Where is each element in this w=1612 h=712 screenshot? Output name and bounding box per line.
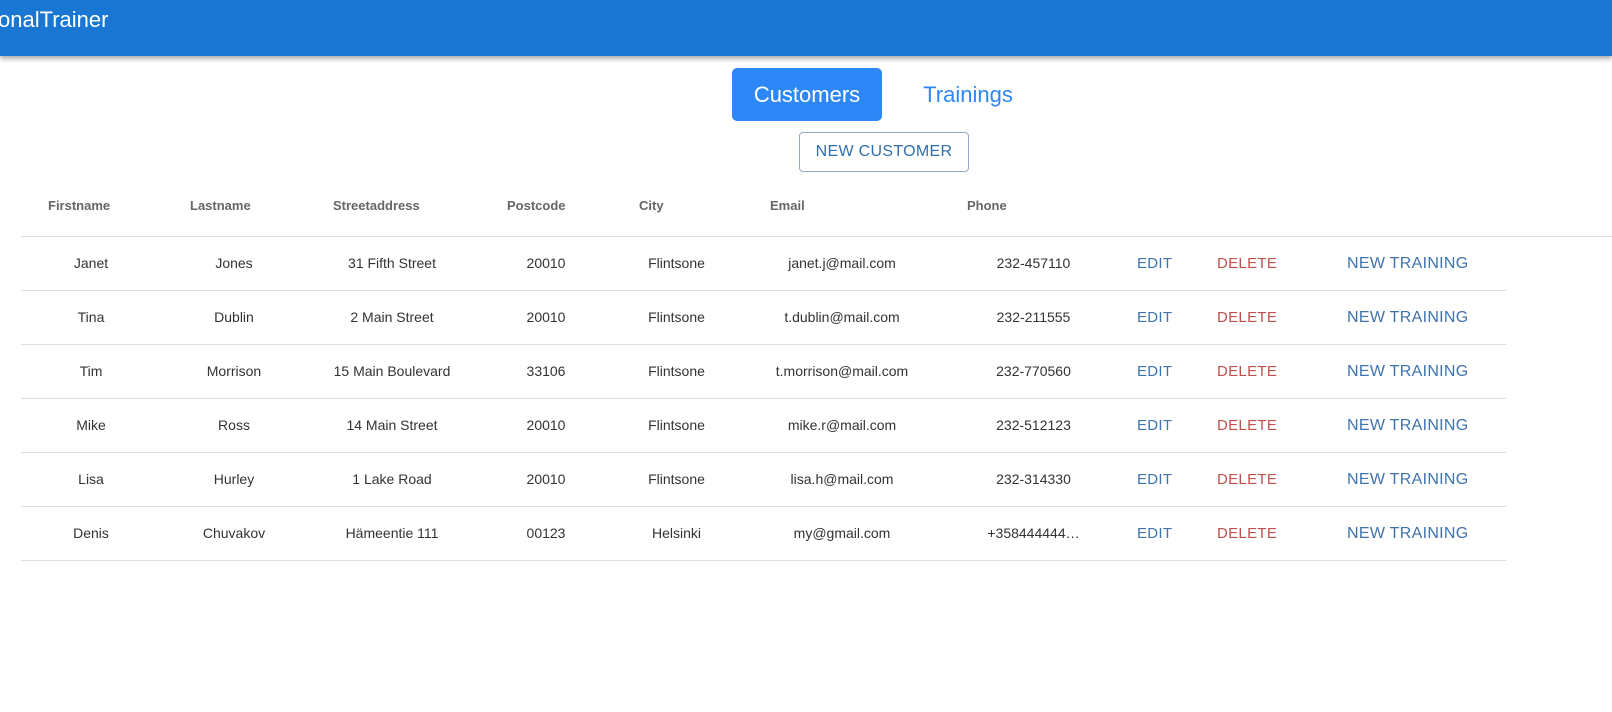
cell-email: janet.j@mail.com [788, 255, 896, 271]
cell-city: Flintsone [648, 255, 705, 271]
cell-streetaddress: 14 Main Street [346, 417, 438, 433]
edit-button[interactable]: EDIT [1137, 291, 1172, 344]
edit-button[interactable]: EDIT [1137, 345, 1172, 398]
tab-customers[interactable]: Customers [732, 68, 882, 121]
cell-firstname: Denis [73, 525, 109, 541]
cell-firstname: Mike [76, 417, 106, 433]
table-row: Denis Chuvakov Hämeentie 111 00123 Helsinki m… [21, 507, 1506, 561]
table-row: Lisa Hurley 1 Lake Road 20010 Flintsone lisa.… [21, 453, 1506, 507]
column-header-phone[interactable]: Phone [967, 198, 1007, 213]
cell-email: t.morrison@mail.com [775, 363, 909, 379]
cell-postcode: 20010 [526, 471, 566, 487]
cell-lastname: Jones [215, 255, 253, 271]
cell-phone: 232-314330 [996, 471, 1071, 487]
delete-button[interactable]: DELETE [1217, 399, 1277, 452]
cell-streetaddress: Hämeentie 111 [345, 525, 439, 541]
cell-postcode: 20010 [526, 417, 566, 433]
cell-firstname: Lisa [78, 471, 104, 487]
cell-streetaddress: 15 Main Boulevard [333, 363, 451, 379]
cell-email: lisa.h@mail.com [790, 471, 894, 487]
customers-table: Firstname Lastname Streetaddress Postcod… [21, 182, 1612, 561]
cell-phone: 232-211555 [996, 309, 1071, 325]
cell-city: Flintsone [648, 309, 705, 325]
table-row: Mike Ross 14 Main Street 20010 Flintsone mike… [21, 399, 1506, 453]
cell-postcode: 20010 [526, 255, 566, 271]
edit-button[interactable]: EDIT [1137, 399, 1172, 452]
new-customer-button[interactable]: NEW CUSTOMER [799, 132, 969, 172]
cell-phone: 232-512123 [996, 417, 1071, 433]
new-training-button[interactable]: NEW TRAINING [1347, 345, 1469, 398]
cell-firstname: Tim [79, 363, 103, 379]
new-training-button[interactable]: NEW TRAINING [1347, 453, 1469, 506]
table-row: Tina Dublin 2 Main Street 20010 Flintsone t.d… [21, 291, 1506, 345]
cell-lastname: Morrison [206, 363, 262, 379]
edit-button[interactable]: EDIT [1137, 507, 1172, 560]
cell-streetaddress: 31 Fifth Street [348, 255, 436, 271]
cell-city: Flintsone [648, 363, 705, 379]
new-training-button[interactable]: NEW TRAINING [1347, 399, 1469, 452]
column-header-streetaddress[interactable]: Streetaddress [333, 198, 420, 213]
cell-phone: 232-457110 [996, 255, 1071, 271]
new-training-button[interactable]: NEW TRAINING [1347, 507, 1469, 560]
delete-button[interactable]: DELETE [1217, 507, 1277, 560]
cell-postcode: 33106 [526, 363, 566, 379]
app-bar: onalTrainer [0, 0, 1612, 56]
cell-email: t.dublin@mail.com [784, 309, 900, 325]
cell-streetaddress: 1 Lake Road [352, 471, 432, 487]
column-header-firstname[interactable]: Firstname [48, 198, 110, 213]
cell-lastname: Dublin [214, 309, 254, 325]
delete-button[interactable]: DELETE [1217, 345, 1277, 398]
cell-lastname: Hurley [213, 471, 255, 487]
table-row: Tim Morrison 15 Main Boulevard 33106 Flintso… [21, 345, 1506, 399]
new-training-button[interactable]: NEW TRAINING [1347, 291, 1469, 344]
column-header-lastname[interactable]: Lastname [190, 198, 251, 213]
cell-email: mike.r@mail.com [787, 417, 897, 433]
cell-firstname: Tina [77, 309, 105, 325]
cell-lastname: Chuvakov [202, 525, 266, 541]
column-header-email[interactable]: Email [770, 198, 805, 213]
cell-postcode: 20010 [526, 309, 566, 325]
tab-trainings[interactable]: Trainings [906, 68, 1030, 121]
cell-streetaddress: 2 Main Street [350, 309, 434, 325]
cell-city: Helsinki [651, 525, 701, 541]
table-header-row: Firstname Lastname Streetaddress Postcod… [21, 182, 1612, 237]
cell-postcode: 00123 [526, 525, 566, 541]
cell-phone: 232-770560 [996, 363, 1071, 379]
cell-firstname: Janet [73, 255, 109, 271]
delete-button[interactable]: DELETE [1217, 237, 1277, 290]
new-training-button[interactable]: NEW TRAINING [1347, 237, 1469, 290]
cell-email: my@gmail.com [793, 525, 891, 541]
edit-button[interactable]: EDIT [1137, 237, 1172, 290]
cell-city: Flintsone [648, 471, 705, 487]
column-header-city[interactable]: City [639, 198, 664, 213]
table-body: Janet Jones 31 Fifth Street 20010 Flintsone j… [21, 237, 1612, 561]
edit-button[interactable]: EDIT [1137, 453, 1172, 506]
delete-button[interactable]: DELETE [1217, 453, 1277, 506]
delete-button[interactable]: DELETE [1217, 291, 1277, 344]
cell-lastname: Ross [218, 417, 250, 433]
column-header-postcode[interactable]: Postcode [507, 198, 566, 213]
cell-phone: +358444444… [987, 525, 1080, 541]
app-title: onalTrainer [0, 7, 109, 32]
cell-city: Flintsone [648, 417, 705, 433]
table-row: Janet Jones 31 Fifth Street 20010 Flintsone j… [21, 237, 1506, 291]
